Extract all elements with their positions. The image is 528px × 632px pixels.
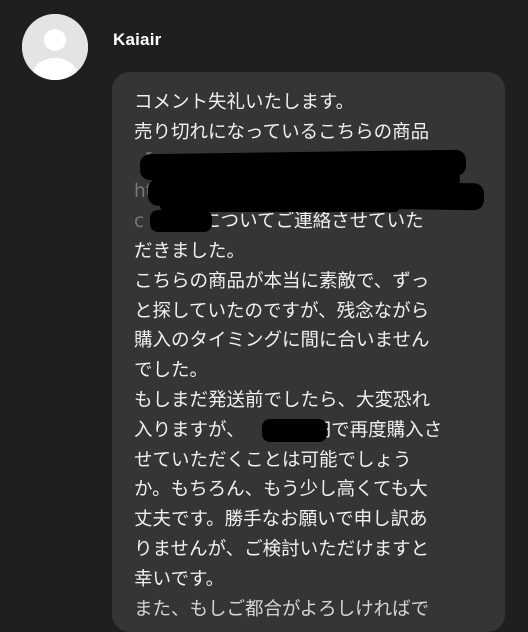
message-fragment: 入りますが、	[134, 419, 245, 441]
message-line: か。もちろん、もう少し高くても大	[134, 479, 428, 501]
message-line: 丈夫です。勝手なお願いで申し訳あ	[134, 509, 428, 531]
message-line: 売り切れになっているこちらの商品	[134, 121, 430, 143]
message-line: もしまだ発送前でしたら、大変恐れ	[134, 389, 431, 411]
default-user-avatar-icon	[22, 14, 88, 80]
message-line: こちらの商品が本当に素敵で、ずっ	[134, 270, 430, 292]
message-line: せていただくことは可能でしょう	[134, 449, 412, 471]
message-line-cutoff: また、もしご都合がよろしければで	[134, 598, 430, 620]
message-line: 購入のタイミングに間に合いません	[134, 330, 430, 352]
message-fragment: 円で再度購入さ	[312, 419, 443, 441]
message-line: コメント失礼いたします。	[134, 92, 355, 113]
comment-author-name[interactable]: Kaiair	[113, 30, 161, 50]
message-fragment: c	[134, 211, 145, 233]
message-line: でした。	[134, 360, 209, 382]
message-line: と探していたのですが、残念ながら	[134, 300, 430, 322]
message-line: だきました。	[134, 240, 246, 262]
message-fragment: についてご連絡させていた	[202, 211, 424, 233]
message-line: 幸いです。	[134, 568, 225, 590]
redaction-mark	[262, 419, 327, 442]
message-line: りませんが、ご検討いただけますと	[134, 538, 430, 560]
user-avatar[interactable]	[22, 14, 88, 80]
redaction-mark	[150, 210, 212, 232]
